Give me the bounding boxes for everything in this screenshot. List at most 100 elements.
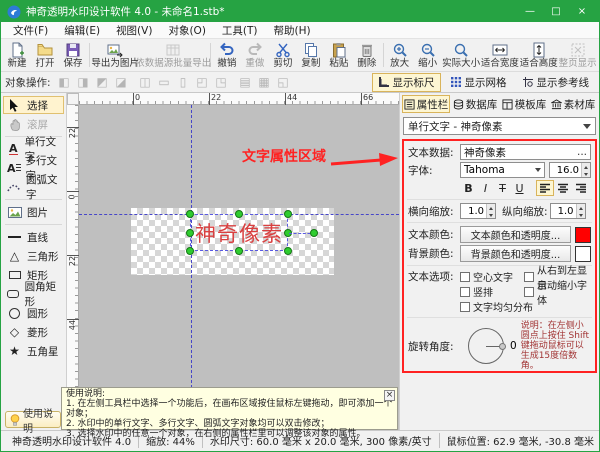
checkbox-auto-shrink[interactable]: 自动缩小字体 bbox=[524, 281, 591, 307]
underline-button[interactable]: U bbox=[511, 180, 528, 196]
tool-select[interactable]: 选择 bbox=[3, 96, 64, 114]
zoom-out-button[interactable]: 缩小 bbox=[414, 40, 442, 70]
resize-handle-n[interactable] bbox=[235, 210, 243, 218]
align-center-button[interactable] bbox=[554, 180, 572, 196]
watermark-text[interactable]: 神奇像素 bbox=[191, 215, 287, 250]
batch-export-icon bbox=[165, 42, 181, 58]
rotation-handle[interactable] bbox=[310, 229, 318, 237]
paste-button[interactable]: 粘贴 bbox=[325, 40, 353, 70]
export-image-button[interactable]: 导出为图片 bbox=[91, 40, 139, 70]
tool-diamond[interactable]: ◇ 菱形 bbox=[3, 323, 64, 341]
resize-handle-sw[interactable] bbox=[186, 247, 194, 255]
v-scale-label: 纵向缩放: bbox=[502, 205, 548, 218]
checkbox-icon[interactable] bbox=[460, 271, 470, 282]
undo-button[interactable]: 撤销 bbox=[213, 40, 241, 70]
tab-materials[interactable]: 素材库 bbox=[549, 95, 597, 113]
open-folder-icon bbox=[37, 42, 53, 58]
fit-height-icon bbox=[531, 42, 547, 58]
checkbox-even-distribute[interactable]: 文字均匀分布 bbox=[460, 299, 591, 314]
resize-handle-s[interactable] bbox=[235, 247, 243, 255]
spinner-arrows-icon[interactable] bbox=[486, 204, 495, 218]
menu-edit[interactable]: 编辑(E) bbox=[56, 22, 108, 39]
fit-height-button[interactable]: 适合高度 bbox=[519, 40, 558, 70]
close-button[interactable]: × bbox=[569, 1, 595, 22]
minimize-button[interactable]: — bbox=[517, 1, 543, 22]
checkbox-icon[interactable] bbox=[524, 286, 534, 297]
actual-size-button[interactable]: 实际大小 bbox=[442, 40, 481, 70]
rotation-dial-knob[interactable] bbox=[499, 342, 506, 350]
align-right-button[interactable] bbox=[572, 180, 590, 196]
menu-file[interactable]: 文件(F) bbox=[5, 22, 56, 39]
h-scale-spinner[interactable]: 1.0 bbox=[460, 203, 496, 219]
resize-handle-se[interactable] bbox=[284, 247, 292, 255]
cut-button[interactable]: 剪切 bbox=[269, 40, 297, 70]
checkbox-vertical-text[interactable]: 竖排 bbox=[460, 284, 522, 299]
toolbox-separator bbox=[5, 224, 62, 225]
save-button[interactable]: 保存 bbox=[59, 40, 87, 70]
bold-button[interactable]: B bbox=[460, 180, 477, 196]
titlebar: 神奇透明水印设计软件 4.0 - 未命名1.stb* — □ × bbox=[1, 1, 599, 22]
usage-help-button[interactable]: 使用说明 bbox=[5, 409, 61, 435]
zoom-in-button[interactable]: 放大 bbox=[386, 40, 414, 70]
resize-handle-ne[interactable] bbox=[284, 210, 292, 218]
new-button[interactable]: 新建 bbox=[3, 40, 31, 70]
tool-image[interactable]: 图片 bbox=[3, 203, 64, 221]
horizontal-ruler: 0 22 44 66 bbox=[79, 93, 399, 105]
show-guides-toggle[interactable]: 显示参考线 bbox=[516, 73, 596, 92]
delete-button[interactable]: 删除 bbox=[353, 40, 381, 70]
text-color-button[interactable]: 文本颜色和透明度... bbox=[460, 226, 571, 243]
selected-text-object[interactable]: 神奇像素 bbox=[186, 210, 318, 255]
fit-width-button[interactable]: 适合宽度 bbox=[481, 40, 520, 70]
maximize-button[interactable]: □ bbox=[543, 1, 569, 22]
show-grid-toggle[interactable]: 显示网格 bbox=[444, 73, 513, 92]
menu-object[interactable]: 对象(O) bbox=[160, 22, 213, 39]
tab-templates[interactable]: 模板库 bbox=[500, 95, 548, 113]
align-left-button[interactable] bbox=[536, 180, 554, 196]
checkbox-icon[interactable] bbox=[524, 271, 534, 282]
spinner-arrows-icon[interactable] bbox=[575, 204, 585, 218]
tool-star[interactable]: ★ 五角星 bbox=[3, 342, 64, 360]
checkbox-icon[interactable] bbox=[460, 286, 470, 297]
ruler-corner bbox=[67, 93, 79, 105]
ruler-mark: 22 bbox=[209, 93, 221, 105]
align-top-icon: ▤ bbox=[239, 75, 251, 89]
circle-icon bbox=[7, 307, 22, 319]
rotation-label: 旋转角度: bbox=[408, 340, 454, 353]
ruler-mark: 0 bbox=[133, 93, 140, 105]
help-close-button[interactable]: × bbox=[384, 390, 395, 401]
resize-handle-w[interactable] bbox=[186, 229, 194, 237]
menu-help[interactable]: 帮助(H) bbox=[266, 22, 319, 39]
layer-top-icon: ◨ bbox=[77, 75, 89, 89]
italic-button[interactable]: I bbox=[477, 180, 494, 196]
vertical-ruler: 22 0 22 44 bbox=[67, 105, 79, 430]
bank-icon bbox=[550, 98, 562, 110]
rotation-dial[interactable] bbox=[468, 328, 506, 364]
bg-color-button[interactable]: 背景颜色和透明度... bbox=[460, 245, 571, 262]
text-data-field[interactable]: 神奇像素 ... bbox=[460, 144, 591, 160]
spinner-arrows-icon[interactable] bbox=[581, 163, 590, 177]
menu-tools[interactable]: 工具(T) bbox=[214, 22, 266, 39]
workspace[interactable]: 神奇像素 文字属性区域 bbox=[79, 105, 399, 430]
tab-database[interactable]: 数据库 bbox=[451, 95, 499, 113]
text-data-more-button[interactable]: ... bbox=[577, 146, 587, 158]
show-ruler-toggle[interactable]: 显示标尺 bbox=[371, 72, 441, 92]
annotation-arrow-icon bbox=[329, 151, 399, 169]
strikethrough-button[interactable]: T bbox=[494, 180, 511, 196]
object-ops-label: 对象操作: bbox=[5, 76, 51, 89]
menu-view[interactable]: 视图(V) bbox=[108, 22, 160, 39]
v-scale-spinner[interactable]: 1.0 bbox=[549, 203, 586, 219]
text-data-label: 文本数据: bbox=[408, 146, 454, 159]
font-family-dropdown[interactable]: Tahoma bbox=[460, 162, 545, 178]
checkbox-hollow-text[interactable]: 空心文字 bbox=[460, 269, 522, 284]
copy-button[interactable]: 复制 bbox=[297, 40, 325, 70]
resize-handle-nw[interactable] bbox=[186, 210, 194, 218]
open-button[interactable]: 打开 bbox=[31, 40, 59, 70]
tool-arc-text[interactable]: 圆弧文字 bbox=[3, 174, 64, 201]
checkbox-icon[interactable] bbox=[460, 301, 470, 312]
object-selector-dropdown[interactable]: 单行文字 - 神奇像素 bbox=[403, 117, 596, 135]
font-size-spinner[interactable]: 16.0 bbox=[549, 162, 591, 178]
tool-triangle[interactable]: △ 三角形 bbox=[3, 247, 64, 265]
tool-line[interactable]: 直线 bbox=[3, 228, 64, 246]
tab-properties[interactable]: 属性栏 bbox=[402, 95, 450, 113]
tool-rounded-rectangle[interactable]: 圆角矩形 bbox=[3, 281, 64, 308]
